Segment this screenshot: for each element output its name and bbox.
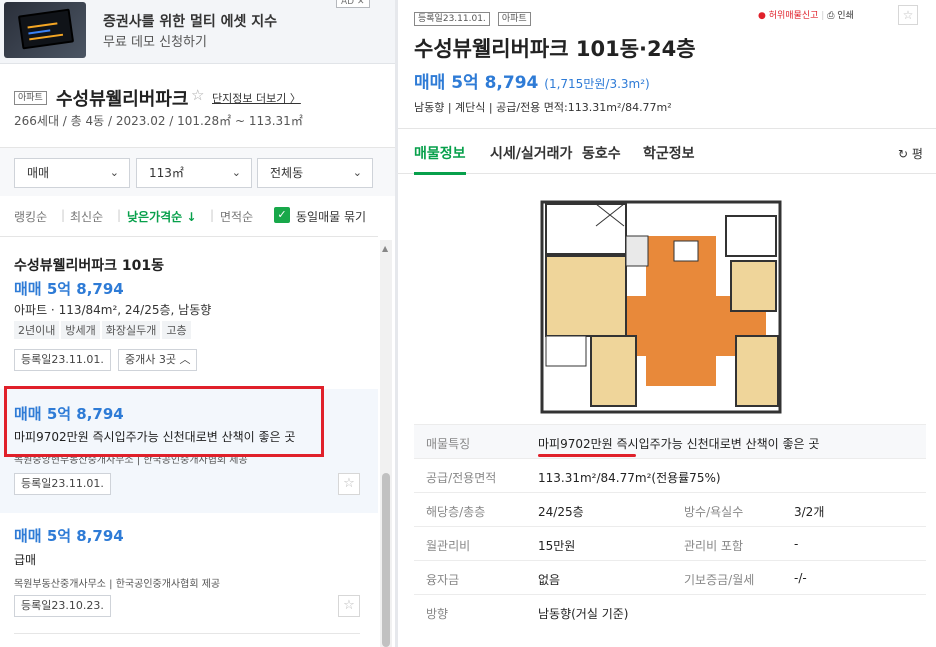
- favorite-star-icon[interactable]: ☆: [898, 5, 918, 25]
- red-underline: [538, 454, 636, 457]
- sort-area[interactable]: 면적순: [220, 208, 253, 225]
- tab-listing-info[interactable]: 매물정보: [414, 143, 466, 163]
- detail-price: 매매 5억 8,794 (1,715만원/3.3m²): [414, 73, 650, 93]
- tab-units[interactable]: 동호수: [582, 143, 621, 163]
- apartment-tag: 아파트: [14, 91, 47, 105]
- scroll-up-icon[interactable]: ▲: [382, 244, 388, 253]
- sort-latest[interactable]: 최신순: [70, 208, 103, 225]
- favorite-star-icon[interactable]: ☆: [338, 595, 360, 617]
- table-row: 해당층/총층 24/25층 방수/욕실수 3/2개: [414, 492, 926, 526]
- active-tab-underline: [414, 172, 466, 175]
- listing-title[interactable]: 수성뷰웰리버파크 101동: [14, 255, 164, 275]
- listing-spec: 아파트 · 113/84m², 24/25층, 남동향: [14, 303, 212, 317]
- table-row: 매물특징 마피9702만원 즉시입주가능 신천대로변 산책이 좋은 곳: [414, 424, 926, 458]
- same-listing-label: 동일매물 묶기: [296, 210, 367, 224]
- detail-actions: ● 허위매물신고 | ⎙ 인쇄: [758, 11, 854, 21]
- same-listing-checkbox[interactable]: ✓: [274, 207, 290, 223]
- favorite-star-icon[interactable]: ☆: [191, 86, 204, 104]
- detail-tags: 등록일23.11.01. 아파트: [414, 6, 534, 26]
- complex-name: 수성뷰웰리버파크: [56, 89, 189, 110]
- listing-date: 등록일23.11.01.: [14, 349, 111, 371]
- area-select[interactable]: 113㎡ ⌄: [136, 158, 252, 188]
- reg-date-tag: 등록일23.11.01.: [414, 12, 490, 26]
- table-row: 융자금 없음 기보증금/월세 -/-: [414, 560, 926, 594]
- ad-close-button[interactable]: AD ✕: [336, 0, 370, 8]
- listing-tags: 2년이내 방세개 화장실두개 고층: [14, 321, 193, 339]
- listing-description: 급매: [14, 553, 37, 567]
- listing-panel: 증권사를 위한 멀티 에셋 지수 무료 데모 신청하기 AD ✕ 아파트 수성뷰…: [0, 0, 395, 647]
- listing-date: 등록일23.10.23.: [14, 595, 111, 617]
- favorite-star-icon[interactable]: ☆: [338, 473, 360, 495]
- chevron-down-icon: ⌄: [231, 166, 241, 179]
- ad-subtitle: 무료 데모 신청하기: [103, 35, 207, 50]
- print-button[interactable]: ⎙ 인쇄: [827, 11, 854, 21]
- detail-panel: 등록일23.11.01. 아파트 ● 허위매물신고 | ⎙ 인쇄 ☆ 수성뷰웰리…: [398, 0, 936, 647]
- divider: [14, 633, 360, 634]
- ad-title: 증권사를 위한 멀티 에셋 지수: [103, 14, 278, 30]
- complex-info-link[interactable]: 단지정보 더보기 〉: [212, 90, 301, 106]
- detail-table: 매물특징 마피9702만원 즉시입주가능 신천대로변 산책이 좋은 곳 공급/전…: [414, 424, 926, 628]
- table-row: 방향 남동향(거실 기준): [414, 594, 926, 628]
- table-row: 공급/전용면적 113.31m²/84.77m²(전용률75%): [414, 458, 926, 492]
- detail-title: 수성뷰웰리버파크 101동·24층: [414, 37, 696, 61]
- chevron-down-icon: ⌄: [352, 166, 362, 179]
- report-button[interactable]: ● 허위매물신고: [758, 11, 818, 21]
- unit-toggle-button[interactable]: ↻ 평: [898, 145, 923, 162]
- trade-type-select[interactable]: 매매 ⌄: [14, 158, 130, 188]
- floor-plan-image[interactable]: [536, 196, 786, 418]
- scrollbar-thumb[interactable]: [382, 473, 390, 647]
- ad-thumbnail: [4, 2, 86, 58]
- tab-price-history[interactable]: 시세/실거래가: [490, 143, 572, 163]
- listing-price: 매매 5억 8,794: [14, 280, 124, 298]
- listing-scrollbar[interactable]: ▲: [380, 240, 392, 647]
- tab-school[interactable]: 학군정보: [643, 143, 695, 163]
- complex-header: 아파트 수성뷰웰리버파크 ☆ 단지정보 더보기 〉 266세대 / 총 4동 /…: [0, 72, 395, 148]
- listing-date: 등록일23.11.01.: [14, 473, 111, 495]
- chevron-down-icon: ⌄: [109, 166, 119, 179]
- agent-info: 목원부동산중개사무소 | 한국공인중개사협회 제공: [14, 579, 221, 590]
- table-row: 월관리비 15만원 관리비 포함 -: [414, 526, 926, 560]
- ad-banner[interactable]: 증권사를 위한 멀티 에셋 지수 무료 데모 신청하기 AD ✕: [0, 0, 395, 64]
- complex-meta: 266세대 / 총 4동 / 2023.02 / 101.28㎡ ~ 113.3…: [14, 114, 303, 128]
- highlight-box: [4, 386, 324, 457]
- sort-bar: 랭킹순 | 최신순 | 낮은가격순 ↓ | 면적순 ✓ 동일매물 묶기: [14, 207, 367, 225]
- sort-ranking[interactable]: 랭킹순: [14, 208, 47, 225]
- dong-select[interactable]: 전체동 ⌄: [257, 158, 373, 188]
- detail-meta: 남동향 | 계단식 | 공급/전용 면적:113.31m²/84.77m²: [414, 101, 672, 114]
- listing-price[interactable]: 매매 5억 8,794: [14, 525, 124, 546]
- apartment-tag: 아파트: [497, 12, 531, 26]
- price-per-unit: (1,715만원/3.3m²): [544, 77, 650, 91]
- agents-toggle-button[interactable]: 중개사 3곳 ︿: [118, 349, 198, 371]
- filter-bar: 매매 ⌄ 113㎡ ⌄ 전체동 ⌄: [0, 148, 395, 196]
- detail-tabs: 매물정보 시세/실거래가 동호수 학군정보 ↻ 평: [398, 128, 936, 175]
- sort-low-price[interactable]: 낮은가격순 ↓: [127, 208, 196, 225]
